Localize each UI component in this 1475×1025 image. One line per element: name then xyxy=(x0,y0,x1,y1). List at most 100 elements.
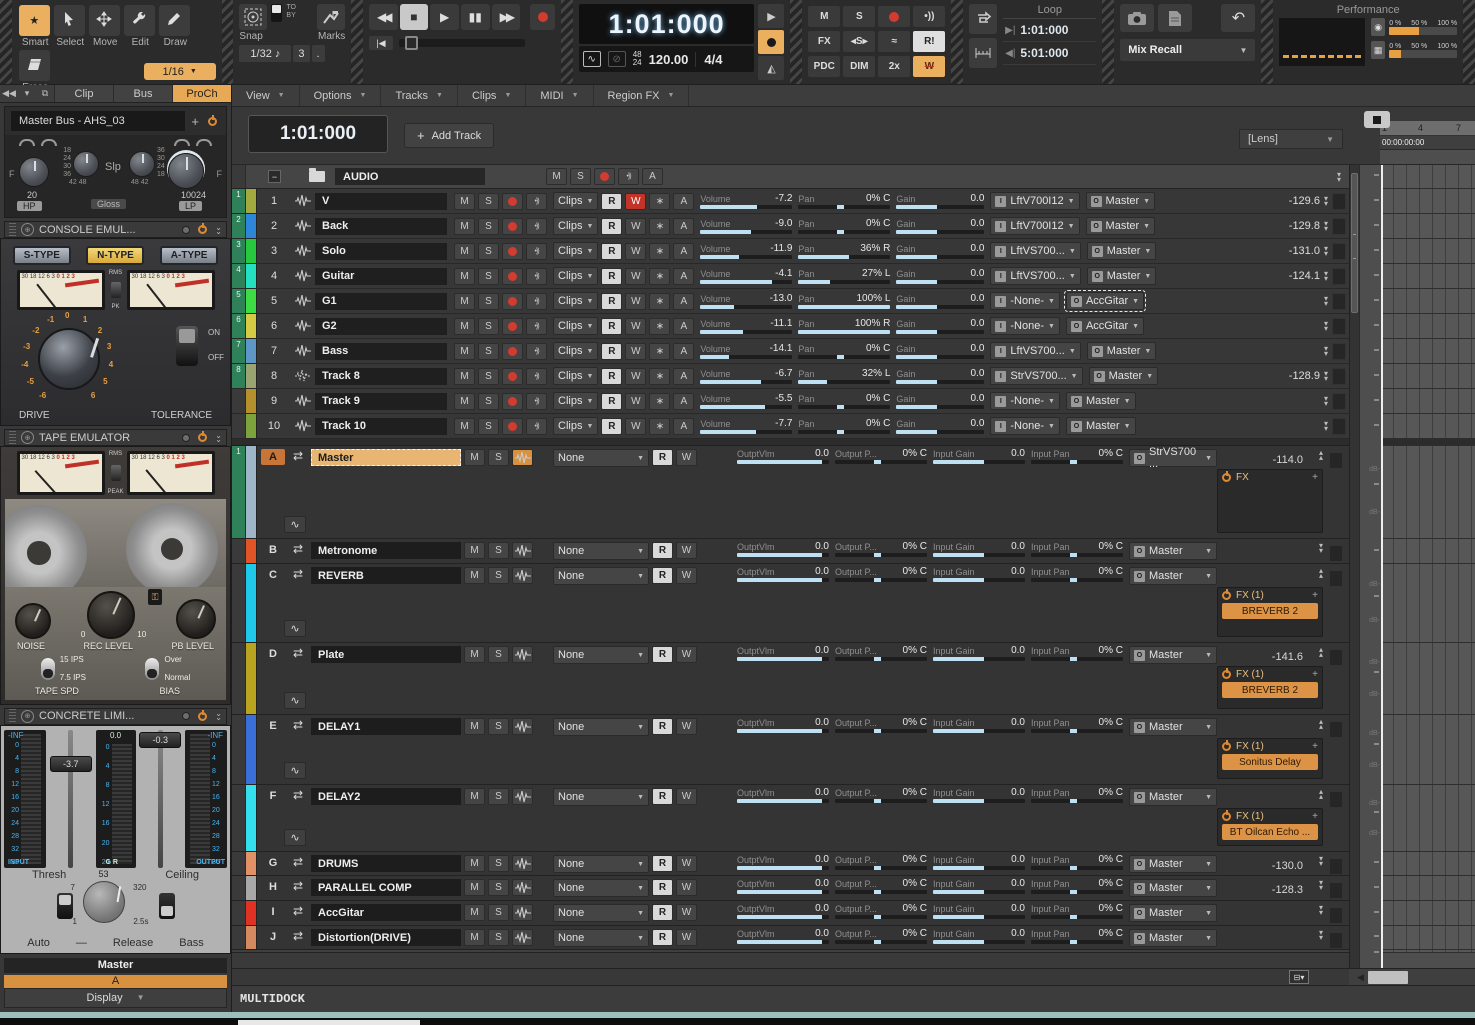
track-row-6[interactable]: 6 6 G2 MS•)) Clips▼ RW∗A Volume-11.1 Pan… xyxy=(232,314,1349,339)
input-dropdown[interactable]: ILftV700I12▼ xyxy=(990,217,1079,235)
bus-name[interactable]: Distortion(DRIVE) xyxy=(311,929,461,946)
pan-slider[interactable]: Pan0% C xyxy=(798,419,890,434)
fx-bin[interactable]: FX+ xyxy=(1217,469,1323,533)
automation-write-button[interactable]: W xyxy=(625,368,646,385)
bus-name-field[interactable]: Master Bus - AHS_03 xyxy=(11,111,185,131)
automation-write-button[interactable]: W xyxy=(676,542,697,559)
record-arm-button[interactable] xyxy=(502,343,523,360)
lp-chip[interactable]: LP xyxy=(179,201,202,211)
chevron-down-icon[interactable]: ⌄⌄ xyxy=(215,712,222,720)
output-dropdown[interactable]: OMaster▼ xyxy=(1086,217,1156,235)
tool-edit[interactable]: Edit xyxy=(124,5,157,48)
output-dropdown[interactable]: OMaster▼ xyxy=(1066,392,1136,410)
output-dropdown[interactable]: OMaster▼ xyxy=(1087,267,1157,285)
add-fx-button[interactable]: + xyxy=(1312,590,1318,601)
track-row-10[interactable]: 10 Track 10 MS•)) Clips▼ RW∗A Volume-7.7… xyxy=(232,414,1349,439)
edit-filter-dropdown[interactable]: Clips▼ xyxy=(553,342,598,360)
add-fx-button[interactable]: + xyxy=(1312,669,1318,680)
power-icon[interactable] xyxy=(1222,742,1231,751)
bus-edge-cell[interactable] xyxy=(232,643,246,714)
automation-write-button[interactable]: W xyxy=(676,449,697,466)
mix-2x-button[interactable]: 2x xyxy=(878,56,910,77)
pb-level-knob[interactable] xyxy=(176,599,216,639)
bus-row-C[interactable]: C ⇄ REVERB MS None▼ RW OutptVlm0.0 Outpu… xyxy=(232,564,1349,643)
output-dropdown[interactable]: OMaster▼ xyxy=(1129,646,1217,664)
grid-row[interactable] xyxy=(1381,314,1475,339)
input-gain-slider[interactable]: Input Gain0.0 xyxy=(933,718,1025,733)
output-pan-slider[interactable]: Output P...0% C xyxy=(835,449,927,464)
solo-button[interactable]: S xyxy=(488,567,509,584)
waveform-preview-button[interactable] xyxy=(512,879,533,896)
bus-row-I[interactable]: I ⇄ AccGitar MS None▼ RW OutptVlm0.0 Out… xyxy=(232,901,1349,926)
fx-plugin-chip[interactable]: BREVERB 2 xyxy=(1222,682,1318,698)
record-button[interactable] xyxy=(530,4,555,30)
grid-row[interactable] xyxy=(1381,165,1475,189)
fx-bin[interactable]: FX (1)+BREVERB 2 xyxy=(1217,666,1323,709)
now-time-display[interactable]: 1:01:000 xyxy=(579,4,755,44)
input-gain-slider[interactable]: Input Gain0.0 xyxy=(933,788,1025,803)
record-arm-button[interactable] xyxy=(878,6,910,27)
automation-read-button[interactable]: R xyxy=(601,293,622,310)
inspector-menu-icon[interactable]: ▾ xyxy=(18,85,36,102)
automation-read-button[interactable]: R xyxy=(601,218,622,235)
mute-button[interactable]: M xyxy=(464,567,485,584)
snap-count[interactable]: 3 xyxy=(293,45,309,62)
bus-edge-cell[interactable] xyxy=(232,715,246,784)
menu-options[interactable]: Options▼ xyxy=(300,85,382,106)
track-row-4[interactable]: 4 4 Guitar MS•)) Clips▼ RW∗A Volume-4.1 … xyxy=(232,264,1349,289)
midi-activity-icon[interactable]: ∿ xyxy=(583,51,601,67)
bus-edge-cell[interactable] xyxy=(232,926,246,949)
automation-write-button[interactable]: W xyxy=(676,788,697,805)
output-dropdown[interactable]: OMaster▼ xyxy=(1129,929,1217,947)
ceiling-handle[interactable]: -0.3 xyxy=(139,732,181,748)
grid-row[interactable] xyxy=(1381,564,1475,643)
automation-read-button[interactable]: R xyxy=(601,368,622,385)
input-echo-button[interactable]: •)) xyxy=(526,243,547,260)
snap-to-by-toggle[interactable] xyxy=(271,4,282,22)
solo-button[interactable]: S xyxy=(488,929,509,946)
chevron-down-icon[interactable]: ▾▾ xyxy=(1324,221,1328,231)
solo-button[interactable]: S xyxy=(478,343,499,360)
bus-divider[interactable] xyxy=(232,439,1349,446)
automation-read-button[interactable]: R xyxy=(652,449,673,466)
grid-row[interactable] xyxy=(1381,876,1475,901)
bus-name[interactable]: Plate xyxy=(311,646,461,663)
output-pan-slider[interactable]: Output P...0% C xyxy=(835,788,927,803)
pan-slider[interactable]: Pan36% R xyxy=(798,244,890,259)
automation-read-button[interactable]: R xyxy=(601,243,622,260)
mix-s-button[interactable]: S xyxy=(843,6,875,27)
bus-row-D[interactable]: D ⇄ Plate MS None▼ RW OutptVlm0.0 Output… xyxy=(232,643,1349,715)
gain-slider[interactable]: Gain0.0 xyxy=(896,319,984,334)
solo-button[interactable]: S xyxy=(478,243,499,260)
solo-button[interactable]: S xyxy=(478,393,499,410)
power-icon[interactable] xyxy=(1222,591,1231,600)
input-pan-slider[interactable]: Input Pan0% C xyxy=(1031,718,1123,733)
mix-s-button[interactable]: ◂S▸ xyxy=(843,31,875,52)
track-edge-cell[interactable]: 3 xyxy=(232,239,246,263)
folder-track-audio[interactable]: − AUDIO MS•))A ▾▾ xyxy=(232,165,1349,189)
menu-tracks[interactable]: Tracks▼ xyxy=(381,85,458,106)
scroll-left-arrow[interactable]: ◀ xyxy=(1357,972,1364,983)
gain-slider[interactable]: Gain0.0 xyxy=(896,294,984,309)
solo-button[interactable]: S xyxy=(478,193,499,210)
automation-read-button[interactable]: R xyxy=(601,418,622,435)
grid-row[interactable] xyxy=(1381,214,1475,239)
track-row-8[interactable]: 8 8 Track 8 MS•)) Clips▼ RW∗A Volume-6.7… xyxy=(232,364,1349,389)
module-grip[interactable] xyxy=(9,431,16,445)
archive-button[interactable]: A xyxy=(673,243,694,260)
automation-lane-icon[interactable]: ∿ xyxy=(284,692,306,709)
mix-w-button[interactable]: W xyxy=(913,56,945,77)
output-volume-slider[interactable]: OutptVlm0.0 xyxy=(737,929,829,944)
mute-button[interactable]: M xyxy=(464,855,485,872)
edit-filter-dropdown[interactable]: Clips▼ xyxy=(553,392,598,410)
bus-name[interactable]: DRUMS xyxy=(311,855,461,872)
meter-display[interactable]: 4/4 xyxy=(695,52,722,67)
automation-write-button[interactable]: W xyxy=(676,855,697,872)
input-gain-slider[interactable]: Input Gain0.0 xyxy=(933,542,1025,557)
track-row-3[interactable]: 3 3 Solo MS•)) Clips▼ RW∗A Volume-11.9 P… xyxy=(232,239,1349,264)
fx-plugin-chip[interactable]: Sonitus Delay xyxy=(1222,754,1318,770)
lp-slope-knob[interactable] xyxy=(129,151,155,177)
gain-slider[interactable]: Gain0.0 xyxy=(896,244,984,259)
waveform-preview-button[interactable] xyxy=(512,855,533,872)
grid-row[interactable] xyxy=(1381,539,1475,564)
